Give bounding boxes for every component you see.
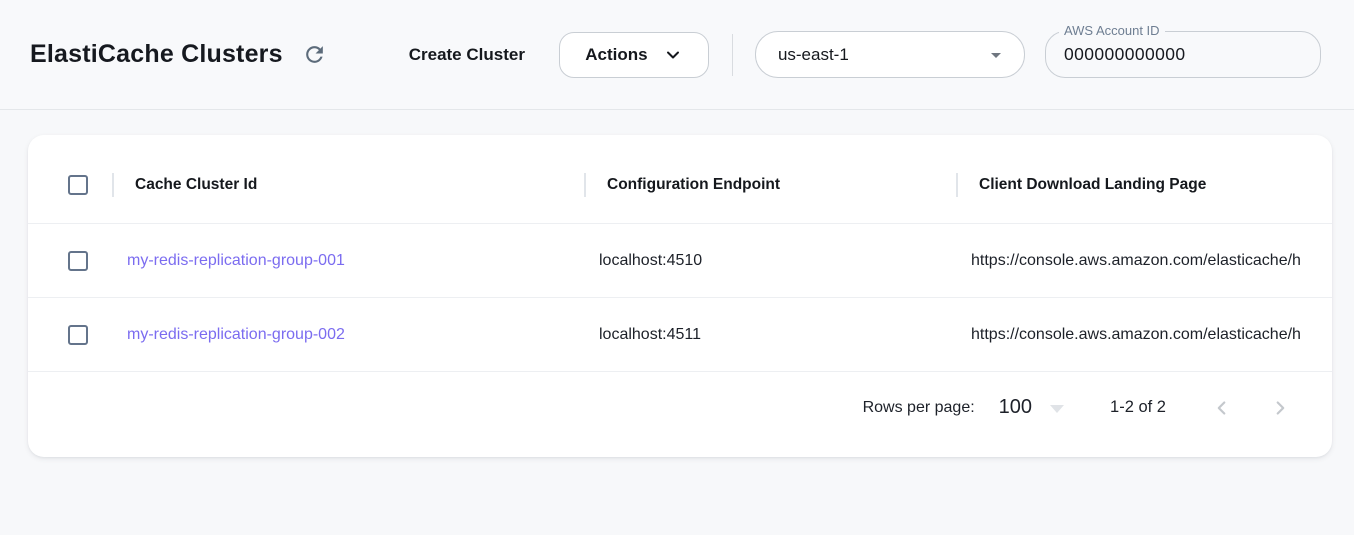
row-checkbox[interactable] [68, 251, 88, 271]
refresh-icon [302, 42, 327, 67]
previous-page-button[interactable] [1210, 396, 1234, 420]
next-page-button[interactable] [1268, 396, 1292, 420]
column-header-label: Configuration Endpoint [607, 176, 780, 194]
cluster-link[interactable]: my-redis-replication-group-002 [127, 326, 345, 343]
actions-dropdown-button[interactable]: Actions [559, 32, 709, 78]
pagination-bar: Rows per page: 100 1-2 of 2 [28, 371, 1332, 443]
configuration-endpoint-cell: localhost:4510 [584, 252, 956, 270]
rows-per-page-value: 100 [999, 396, 1032, 419]
table-header-row: Cache Cluster Id Configuration Endpoint … [28, 135, 1332, 223]
column-divider [112, 173, 114, 197]
column-header-client-download-landing-page[interactable]: Client Download Landing Page [956, 173, 1332, 197]
column-divider [956, 173, 958, 197]
actions-button-label: Actions [585, 45, 647, 65]
chevron-left-icon [1211, 397, 1233, 419]
region-select[interactable]: us-east-1 [755, 31, 1025, 78]
row-checkbox-cell [28, 251, 112, 271]
rows-per-page-select[interactable]: 100 [999, 396, 1064, 419]
client-download-landing-page-cell: https://console.aws.amazon.com/elasticac… [956, 326, 1332, 344]
chevron-down-icon [663, 45, 683, 65]
aws-account-id-input[interactable] [1064, 44, 1306, 65]
cache-cluster-id-cell: my-redis-replication-group-001 [112, 252, 584, 270]
header-checkbox-cell [28, 175, 112, 195]
pagination-range-label: 1-2 of 2 [1110, 398, 1166, 417]
refresh-button[interactable] [301, 41, 329, 69]
aws-account-id-field[interactable]: AWS Account ID [1045, 31, 1321, 78]
configuration-endpoint-cell: localhost:4511 [584, 326, 956, 344]
region-select-value: us-east-1 [778, 45, 849, 65]
clusters-table-card: Cache Cluster Id Configuration Endpoint … [28, 135, 1332, 457]
select-all-checkbox[interactable] [68, 175, 88, 195]
caret-down-icon [1050, 405, 1064, 413]
table-row: my-redis-replication-group-001 localhost… [28, 223, 1332, 297]
row-checkbox[interactable] [68, 325, 88, 345]
table-row: my-redis-replication-group-002 localhost… [28, 297, 1332, 371]
cache-cluster-id-cell: my-redis-replication-group-002 [112, 326, 584, 344]
column-header-label: Cache Cluster Id [135, 176, 257, 194]
column-header-cache-cluster-id[interactable]: Cache Cluster Id [112, 173, 584, 197]
client-download-landing-page-cell: https://console.aws.amazon.com/elasticac… [956, 252, 1332, 270]
column-header-label: Client Download Landing Page [979, 176, 1206, 194]
page-title: ElastiCache Clusters [30, 40, 283, 69]
rows-per-page-label: Rows per page: [863, 399, 975, 417]
caret-down-icon [984, 43, 1008, 67]
toolbar-divider [732, 34, 733, 76]
create-cluster-button[interactable]: Create Cluster [409, 45, 525, 65]
column-divider [584, 173, 586, 197]
column-header-configuration-endpoint[interactable]: Configuration Endpoint [584, 173, 956, 197]
chevron-right-icon [1269, 397, 1291, 419]
aws-account-id-label: AWS Account ID [1059, 23, 1165, 38]
top-toolbar: ElastiCache Clusters Create Cluster Acti… [0, 0, 1354, 110]
cluster-link[interactable]: my-redis-replication-group-001 [127, 252, 345, 269]
row-checkbox-cell [28, 325, 112, 345]
